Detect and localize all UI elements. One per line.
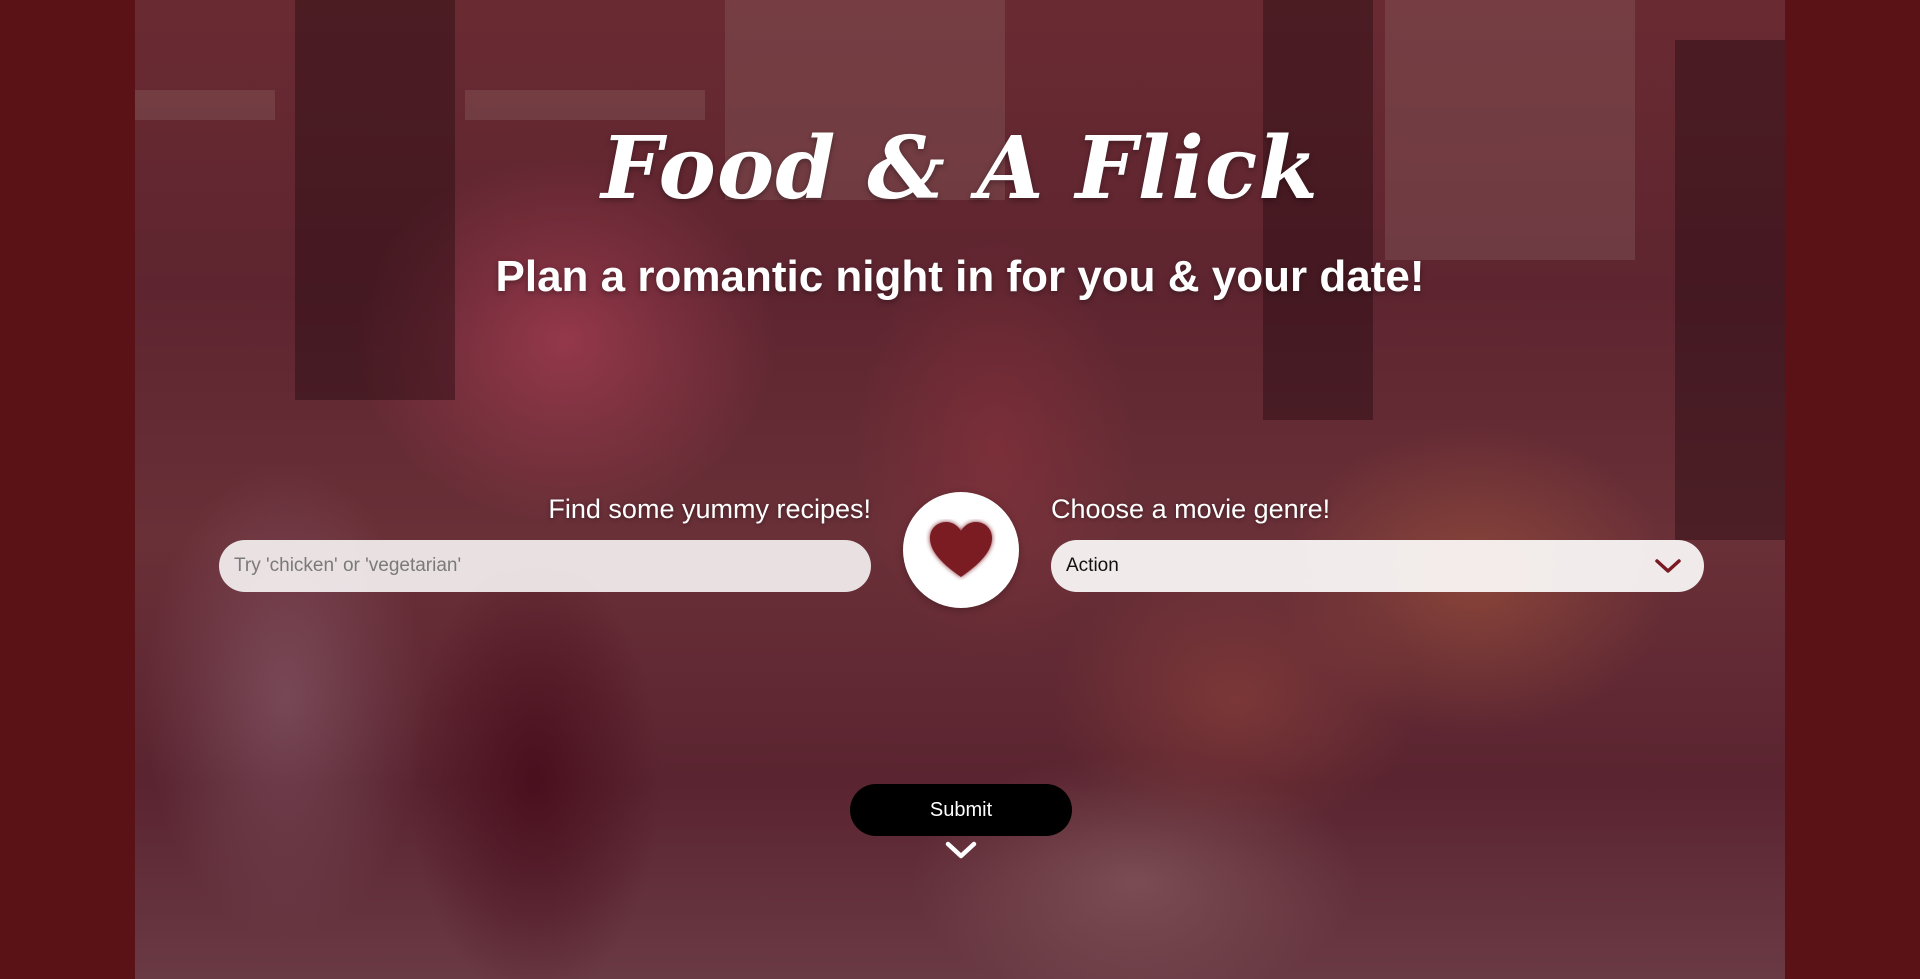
app-title: Food & A Flick: [601, 117, 1319, 219]
submit-button[interactable]: Submit: [850, 784, 1072, 836]
recipe-search-label: Find some yummy recipes!: [548, 494, 871, 524]
movie-genre-value: Action: [1066, 555, 1119, 576]
scroll-down-chevron-icon[interactable]: [944, 838, 978, 862]
recipe-search-input[interactable]: [219, 540, 871, 592]
heart-badge: [903, 492, 1019, 608]
heart-icon: [930, 522, 992, 577]
chevron-down-icon: [1653, 556, 1683, 576]
movie-genre-select[interactable]: Action: [1051, 540, 1704, 592]
page-subtitle: Plan a romantic night in for you & your …: [495, 251, 1425, 301]
movie-genre-label: Choose a movie genre!: [1051, 494, 1331, 524]
